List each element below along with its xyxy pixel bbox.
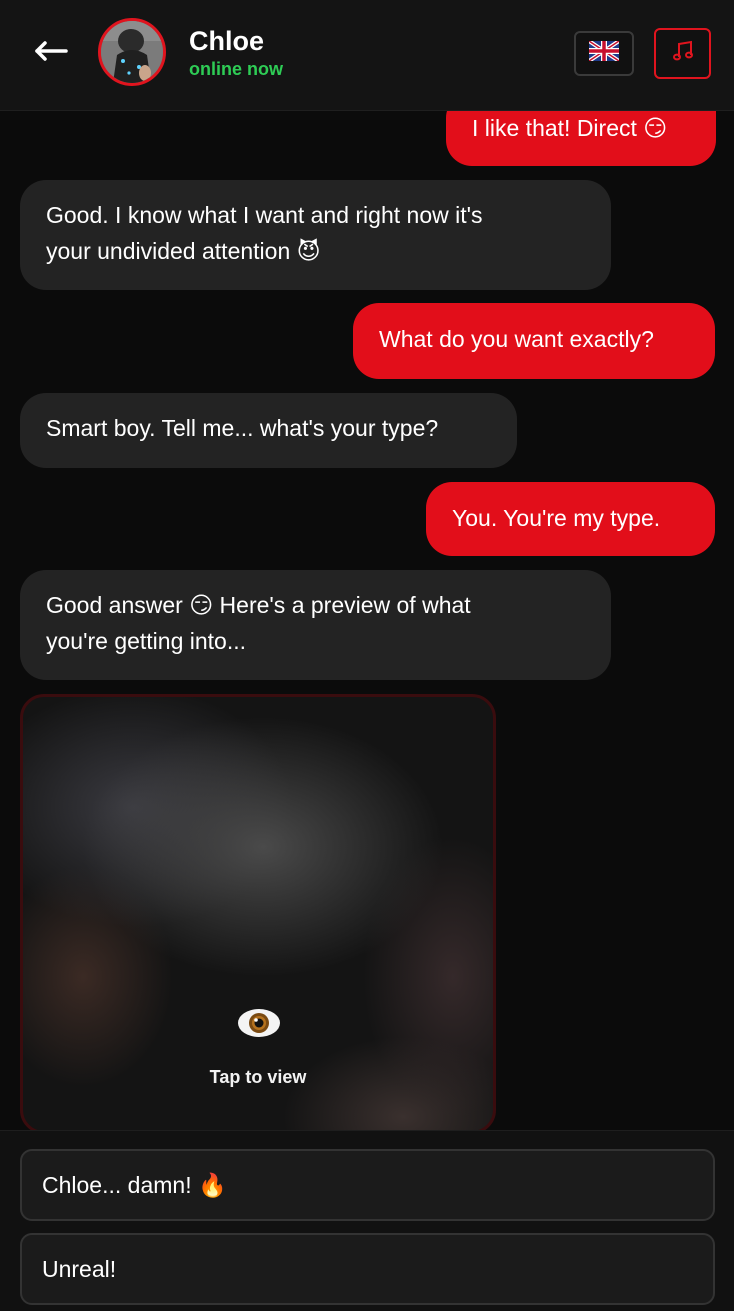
message-text-line: Good answer 😏 Here's a preview of what bbox=[46, 592, 471, 618]
music-button[interactable] bbox=[654, 28, 711, 79]
back-button[interactable] bbox=[30, 32, 72, 74]
message-text: What do you want exactly? bbox=[379, 326, 654, 352]
uk-flag-icon bbox=[587, 39, 621, 66]
online-status: online now bbox=[189, 59, 283, 79]
received-message: Good answer 😏 Here's a preview of what y… bbox=[20, 570, 611, 680]
quick-replies-bar: Chloe... damn! 🔥 Unreal! bbox=[0, 1130, 734, 1311]
message-text-line: you're getting into... bbox=[46, 628, 247, 654]
arrow-left-icon bbox=[34, 40, 68, 66]
message-text: I like that! Direct 😏 bbox=[472, 115, 668, 141]
contact-name: Chloe bbox=[189, 26, 265, 56]
avatar[interactable] bbox=[98, 18, 166, 86]
sent-message: You. You're my type. bbox=[426, 482, 715, 556]
language-button[interactable] bbox=[574, 31, 634, 76]
locked-media-preview[interactable]: Tap to view bbox=[20, 694, 496, 1134]
tap-to-view-label: Tap to view bbox=[209, 1067, 307, 1087]
message-text: You. You're my type. bbox=[452, 505, 661, 531]
music-note-icon bbox=[672, 40, 694, 67]
message-text: Smart boy. Tell me... what's your type? bbox=[46, 415, 439, 441]
message-text-line: Good. I know what I want and right now i… bbox=[46, 202, 483, 228]
received-message: Smart boy. Tell me... what's your type? bbox=[20, 393, 517, 468]
chat-header: Chloe online now bbox=[0, 0, 734, 111]
eye-icon bbox=[237, 1001, 281, 1045]
quick-reply-button[interactable]: Chloe... damn! 🔥 bbox=[20, 1149, 715, 1221]
quick-reply-button[interactable]: Unreal! bbox=[20, 1233, 715, 1305]
received-message: Good. I know what I want and right now i… bbox=[20, 180, 611, 290]
sent-message: What do you want exactly? bbox=[353, 303, 715, 379]
message-text-line: your undivided attention 😈 bbox=[46, 238, 321, 264]
